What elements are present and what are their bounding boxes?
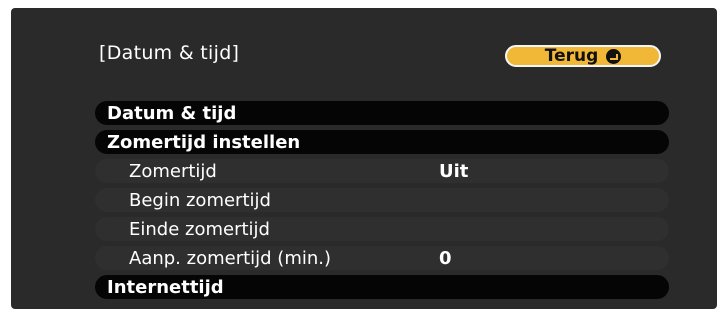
menu-item-internettijd[interactable]: Internettijd xyxy=(95,275,669,299)
menu-item-aanp-zomertijd[interactable]: Aanp. zomertijd (min.) 0 xyxy=(95,246,669,270)
menu-item-einde-zomertijd[interactable]: Einde zomertijd xyxy=(95,217,669,241)
menu-item-value: 0 xyxy=(439,247,452,269)
projector-menu-screen: [Datum & tijd] Terug Datum & tijd Zomert… xyxy=(11,8,717,309)
enter-return-icon xyxy=(606,48,622,64)
settings-menu: Datum & tijd Zomertijd instellen Zomerti… xyxy=(95,101,669,304)
menu-item-label: Begin zomertijd xyxy=(129,189,271,211)
menu-item-label: Einde zomertijd xyxy=(129,218,270,240)
menu-item-datum-tijd[interactable]: Datum & tijd xyxy=(95,101,669,125)
back-button-label: Terug xyxy=(544,46,599,66)
menu-item-label: Datum & tijd xyxy=(107,102,237,124)
menu-item-label: Zomertijd instellen xyxy=(107,131,301,153)
menu-item-begin-zomertijd[interactable]: Begin zomertijd xyxy=(95,188,669,212)
menu-item-label: Zomertijd xyxy=(129,160,217,182)
page-title: [Datum & tijd] xyxy=(99,42,240,64)
menu-item-value: Uit xyxy=(439,160,469,182)
menu-item-zomertijd[interactable]: Zomertijd Uit xyxy=(95,159,669,183)
menu-item-label: Internettijd xyxy=(107,276,224,298)
menu-item-zomertijd-instellen[interactable]: Zomertijd instellen xyxy=(95,130,669,154)
back-button[interactable]: Terug xyxy=(505,45,661,67)
menu-item-label: Aanp. zomertijd (min.) xyxy=(129,247,332,269)
